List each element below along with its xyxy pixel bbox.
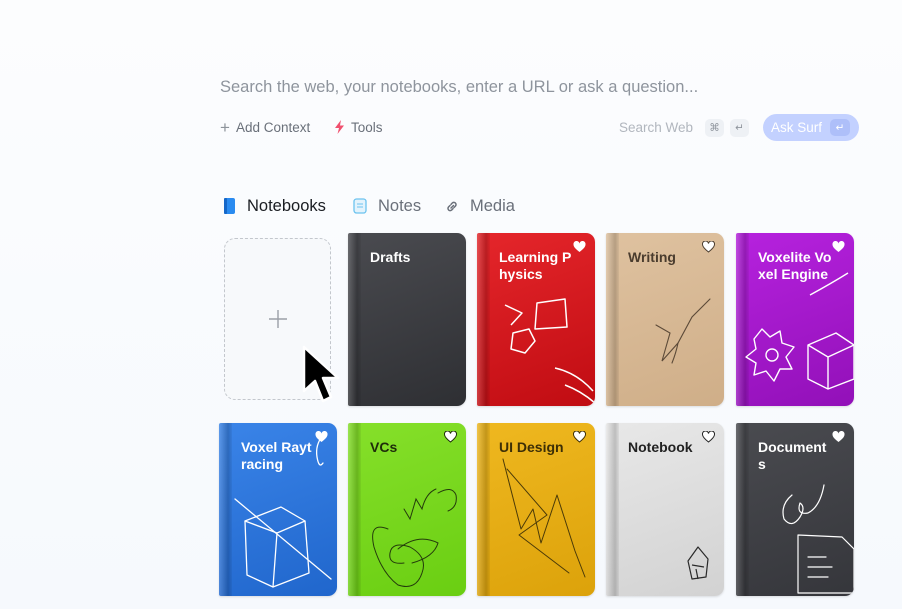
search-input[interactable] bbox=[220, 76, 820, 98]
notebook-drafts[interactable]: Drafts bbox=[348, 233, 466, 406]
command-key-badge: ⌘ bbox=[705, 119, 724, 137]
notebook-notebook[interactable]: Notebook bbox=[606, 423, 724, 596]
tools-label: Tools bbox=[351, 120, 383, 135]
ask-surf-label: Ask Surf bbox=[771, 120, 823, 135]
toolbar: + Add Context Tools Search Web ⌘ ↵ Ask S… bbox=[220, 114, 860, 141]
notebook-title: Drafts bbox=[370, 249, 411, 265]
ask-surf-button[interactable]: Ask Surf ↵ bbox=[763, 114, 859, 141]
notebook-documents[interactable]: Documents bbox=[736, 423, 854, 596]
notebook-learning-physics[interactable]: Learning Physics bbox=[477, 233, 595, 406]
heart-icon[interactable] bbox=[315, 431, 328, 443]
heart-icon[interactable] bbox=[832, 241, 845, 253]
notebook-title: UI Design bbox=[499, 439, 564, 455]
notebook-title: Voxel Raytracing bbox=[241, 439, 312, 472]
heart-icon[interactable] bbox=[832, 431, 845, 443]
heart-icon[interactable] bbox=[573, 241, 586, 253]
notebook-title: VCs bbox=[370, 439, 398, 455]
mouse-cursor-icon bbox=[302, 345, 340, 403]
notebook-title: Notebook bbox=[628, 439, 693, 455]
notebook-writing[interactable]: Writing bbox=[606, 233, 724, 406]
tab-media[interactable]: Media bbox=[445, 193, 515, 219]
notebook-icon bbox=[222, 197, 236, 215]
enter-key-badge: ↵ bbox=[730, 119, 749, 137]
tab-label: Media bbox=[470, 196, 515, 215]
search-area bbox=[220, 76, 860, 98]
search-web-button[interactable]: Search Web bbox=[619, 114, 693, 141]
notebook-voxel-raytracing[interactable]: Voxel Raytracing bbox=[219, 423, 337, 596]
heart-icon[interactable] bbox=[702, 241, 715, 253]
heart-icon[interactable] bbox=[573, 431, 586, 443]
search-web-label: Search Web bbox=[619, 120, 694, 135]
notebook-vcs[interactable]: VCs bbox=[348, 423, 466, 596]
notebook-title: Voxelite Voxel Engine bbox=[758, 249, 832, 282]
notebook-title: Documents bbox=[758, 439, 827, 472]
plus-icon: + bbox=[220, 118, 230, 137]
tools-button[interactable]: Tools bbox=[334, 114, 383, 141]
add-context-label: Add Context bbox=[235, 120, 311, 135]
note-icon bbox=[353, 197, 367, 215]
lightning-icon bbox=[334, 119, 345, 136]
notebook-title: Learning Physics bbox=[499, 249, 572, 282]
notebook-title: Writing bbox=[628, 249, 676, 265]
heart-icon[interactable] bbox=[702, 431, 715, 443]
enter-icon: ↵ bbox=[830, 119, 851, 136]
tab-label: Notes bbox=[378, 196, 422, 215]
add-context-button[interactable]: + Add Context bbox=[220, 114, 310, 141]
heart-icon[interactable] bbox=[444, 431, 457, 443]
link-icon bbox=[445, 197, 459, 215]
notebook-ui-design[interactable]: UI Design bbox=[477, 423, 595, 596]
tab-notes[interactable]: Notes bbox=[353, 193, 421, 219]
tab-label: Notebooks bbox=[247, 196, 326, 215]
tab-notebooks[interactable]: Notebooks bbox=[222, 193, 326, 219]
notebook-voxelite-voxel-engine[interactable]: Voxelite Voxel Engine bbox=[736, 233, 854, 406]
plus-icon bbox=[268, 310, 287, 328]
